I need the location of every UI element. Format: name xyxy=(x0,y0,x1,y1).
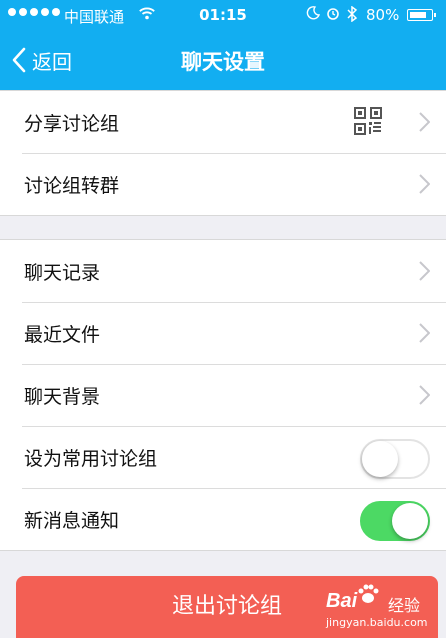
settings-group-share: 分享讨论组 讨论组转群 xyxy=(0,90,446,216)
watermark-brand-suffix: 经验 xyxy=(388,596,421,615)
new-message-notification-label: 新消息通知 xyxy=(24,510,120,532)
alarm-icon xyxy=(327,8,339,20)
screen: 中国联通 01:15 80% 返回 聊天设置 分享讨论组 讨论组转群 聊天记录 … xyxy=(0,0,446,638)
chevron-right-icon xyxy=(419,261,430,281)
chat-background-label: 聊天背景 xyxy=(24,386,101,408)
share-group-label: 分享讨论组 xyxy=(24,113,120,135)
new-message-notification-toggle[interactable] xyxy=(360,501,430,541)
watermark-brand: Bai xyxy=(326,590,358,612)
chevron-right-icon xyxy=(419,385,430,405)
chat-history-row[interactable]: 聊天记录 xyxy=(0,240,446,302)
convert-to-group-row[interactable]: 讨论组转群 xyxy=(0,153,446,215)
convert-to-group-label: 讨论组转群 xyxy=(24,175,120,197)
watermark-url: jingyan.baidu.com xyxy=(326,616,428,629)
battery-percentage: 80% xyxy=(366,6,400,24)
chevron-right-icon xyxy=(419,112,430,132)
qr-code-icon xyxy=(354,107,382,135)
page-title: 聊天设置 xyxy=(181,50,265,74)
frequent-group-row: 设为常用讨论组 xyxy=(0,426,446,488)
bluetooth-icon xyxy=(347,6,358,22)
chat-history-label: 聊天记录 xyxy=(24,262,101,284)
navigation-bar: 返回 聊天设置 xyxy=(0,30,446,90)
settings-group-chat: 聊天记录 最近文件 聊天背景 设为常用讨论组 新消息通知 xyxy=(0,239,446,551)
paw-icon xyxy=(358,584,379,603)
new-message-notification-row: 新消息通知 xyxy=(0,488,446,550)
frequent-group-label: 设为常用讨论组 xyxy=(24,448,158,470)
moon-icon xyxy=(306,6,320,20)
chevron-right-icon xyxy=(419,174,430,194)
chat-background-row[interactable]: 聊天背景 xyxy=(0,364,446,426)
battery-icon xyxy=(407,9,436,21)
recent-files-row[interactable]: 最近文件 xyxy=(0,302,446,364)
recent-files-label: 最近文件 xyxy=(24,324,101,346)
chevron-right-icon xyxy=(419,323,430,343)
status-bar: 中国联通 01:15 80% xyxy=(0,0,446,30)
share-group-row[interactable]: 分享讨论组 xyxy=(0,91,446,153)
baidu-watermark: Bai 经验 jingyan.baidu.com xyxy=(322,584,442,636)
header: 中国联通 01:15 80% 返回 聊天设置 xyxy=(0,0,446,90)
frequent-group-toggle[interactable] xyxy=(360,439,430,479)
